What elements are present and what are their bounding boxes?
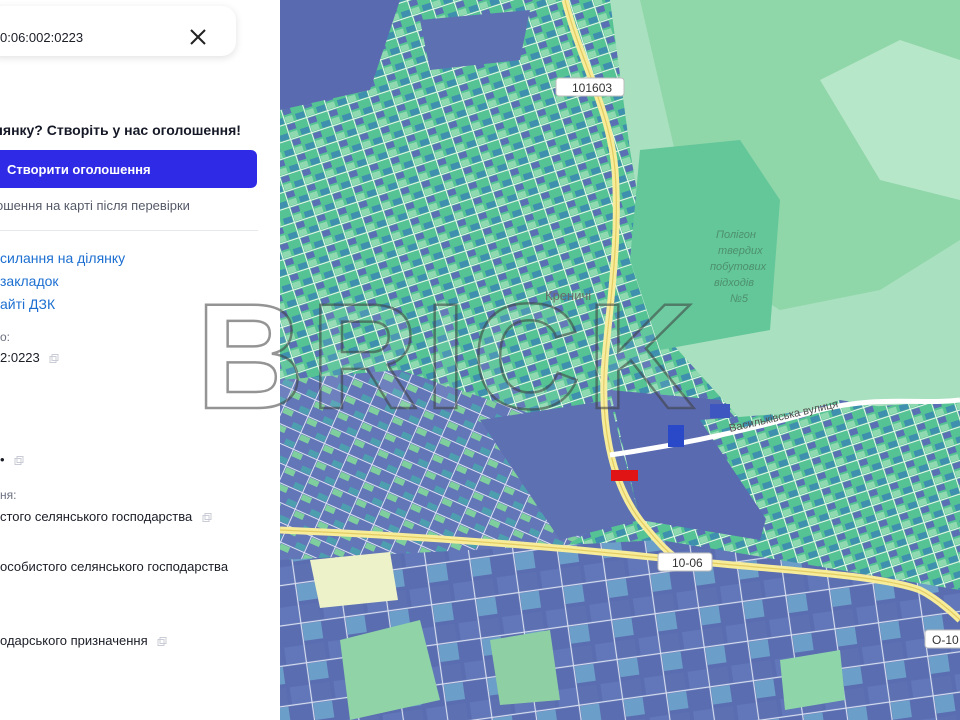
map-canvas[interactable]: 101603 10-06 О-10 Креничі Васильківська … xyxy=(280,0,960,720)
dzk-site-link[interactable]: айті ДЗК xyxy=(0,296,55,312)
purpose-label: ня: xyxy=(0,488,17,502)
copy-icon[interactable] xyxy=(202,512,212,523)
purpose-full-value: особистого селянського господарства xyxy=(0,559,229,574)
road-label-101603: 101603 xyxy=(555,77,625,97)
road-label-10-06: 10-06 xyxy=(657,552,713,572)
landfill-label-line-2: твердих xyxy=(718,245,763,257)
village-label: Креничі xyxy=(545,288,591,303)
cadastral-label: о: xyxy=(0,330,11,344)
road-label-101603-text: 101603 xyxy=(572,81,612,95)
area-value: • xyxy=(0,452,5,467)
road-label-10-06-text: 10-06 xyxy=(672,556,703,570)
landfill-label-line-1: Полігон xyxy=(716,229,756,241)
landfill-label-line-3: побутових xyxy=(710,261,767,273)
search-input-value[interactable]: 0:06:002:0223 xyxy=(0,30,83,45)
area-row: • xyxy=(0,452,24,467)
promo-title: лянку? Створіть у нас оголошення! xyxy=(0,122,241,138)
create-listing-button[interactable]: Створити оголошення xyxy=(0,150,257,188)
selected-parcel[interactable] xyxy=(611,470,638,481)
road-label-o10: О-10 xyxy=(924,629,960,649)
copy-icon[interactable] xyxy=(157,636,167,647)
cadastral-map[interactable]: 101603 10-06 О-10 Креничі Васильківська … xyxy=(280,0,960,720)
purpose-row: стого селянського господарства xyxy=(0,509,212,524)
divider xyxy=(0,230,258,231)
landfill-label-line-4: відходів xyxy=(714,277,754,289)
promo-note: ошення на карті після перевірки xyxy=(0,198,190,213)
parcel-info-panel: 0:06:002:0223 лянку? Створіть у нас огол… xyxy=(0,0,280,720)
search-field[interactable]: 0:06:002:0223 xyxy=(0,6,236,56)
copy-icon[interactable] xyxy=(49,353,59,364)
purpose-value: стого селянського господарства xyxy=(0,509,193,524)
bookmarks-link[interactable]: закладок xyxy=(0,273,59,289)
category-row: одарського призначення xyxy=(0,633,167,648)
copy-icon[interactable] xyxy=(14,455,24,466)
cadastral-value: 2:0223 xyxy=(0,350,40,365)
road-label-o10-text: О-10 xyxy=(932,633,959,647)
cadastral-value-row: 2:0223 xyxy=(0,350,59,365)
parcel-link-copy[interactable]: силання на ділянку xyxy=(0,250,125,266)
landfill-label-line-5: №5 xyxy=(730,293,749,305)
close-icon[interactable] xyxy=(187,26,209,48)
category-value: одарського призначення xyxy=(0,633,148,648)
create-listing-label: Створити оголошення xyxy=(7,162,151,177)
